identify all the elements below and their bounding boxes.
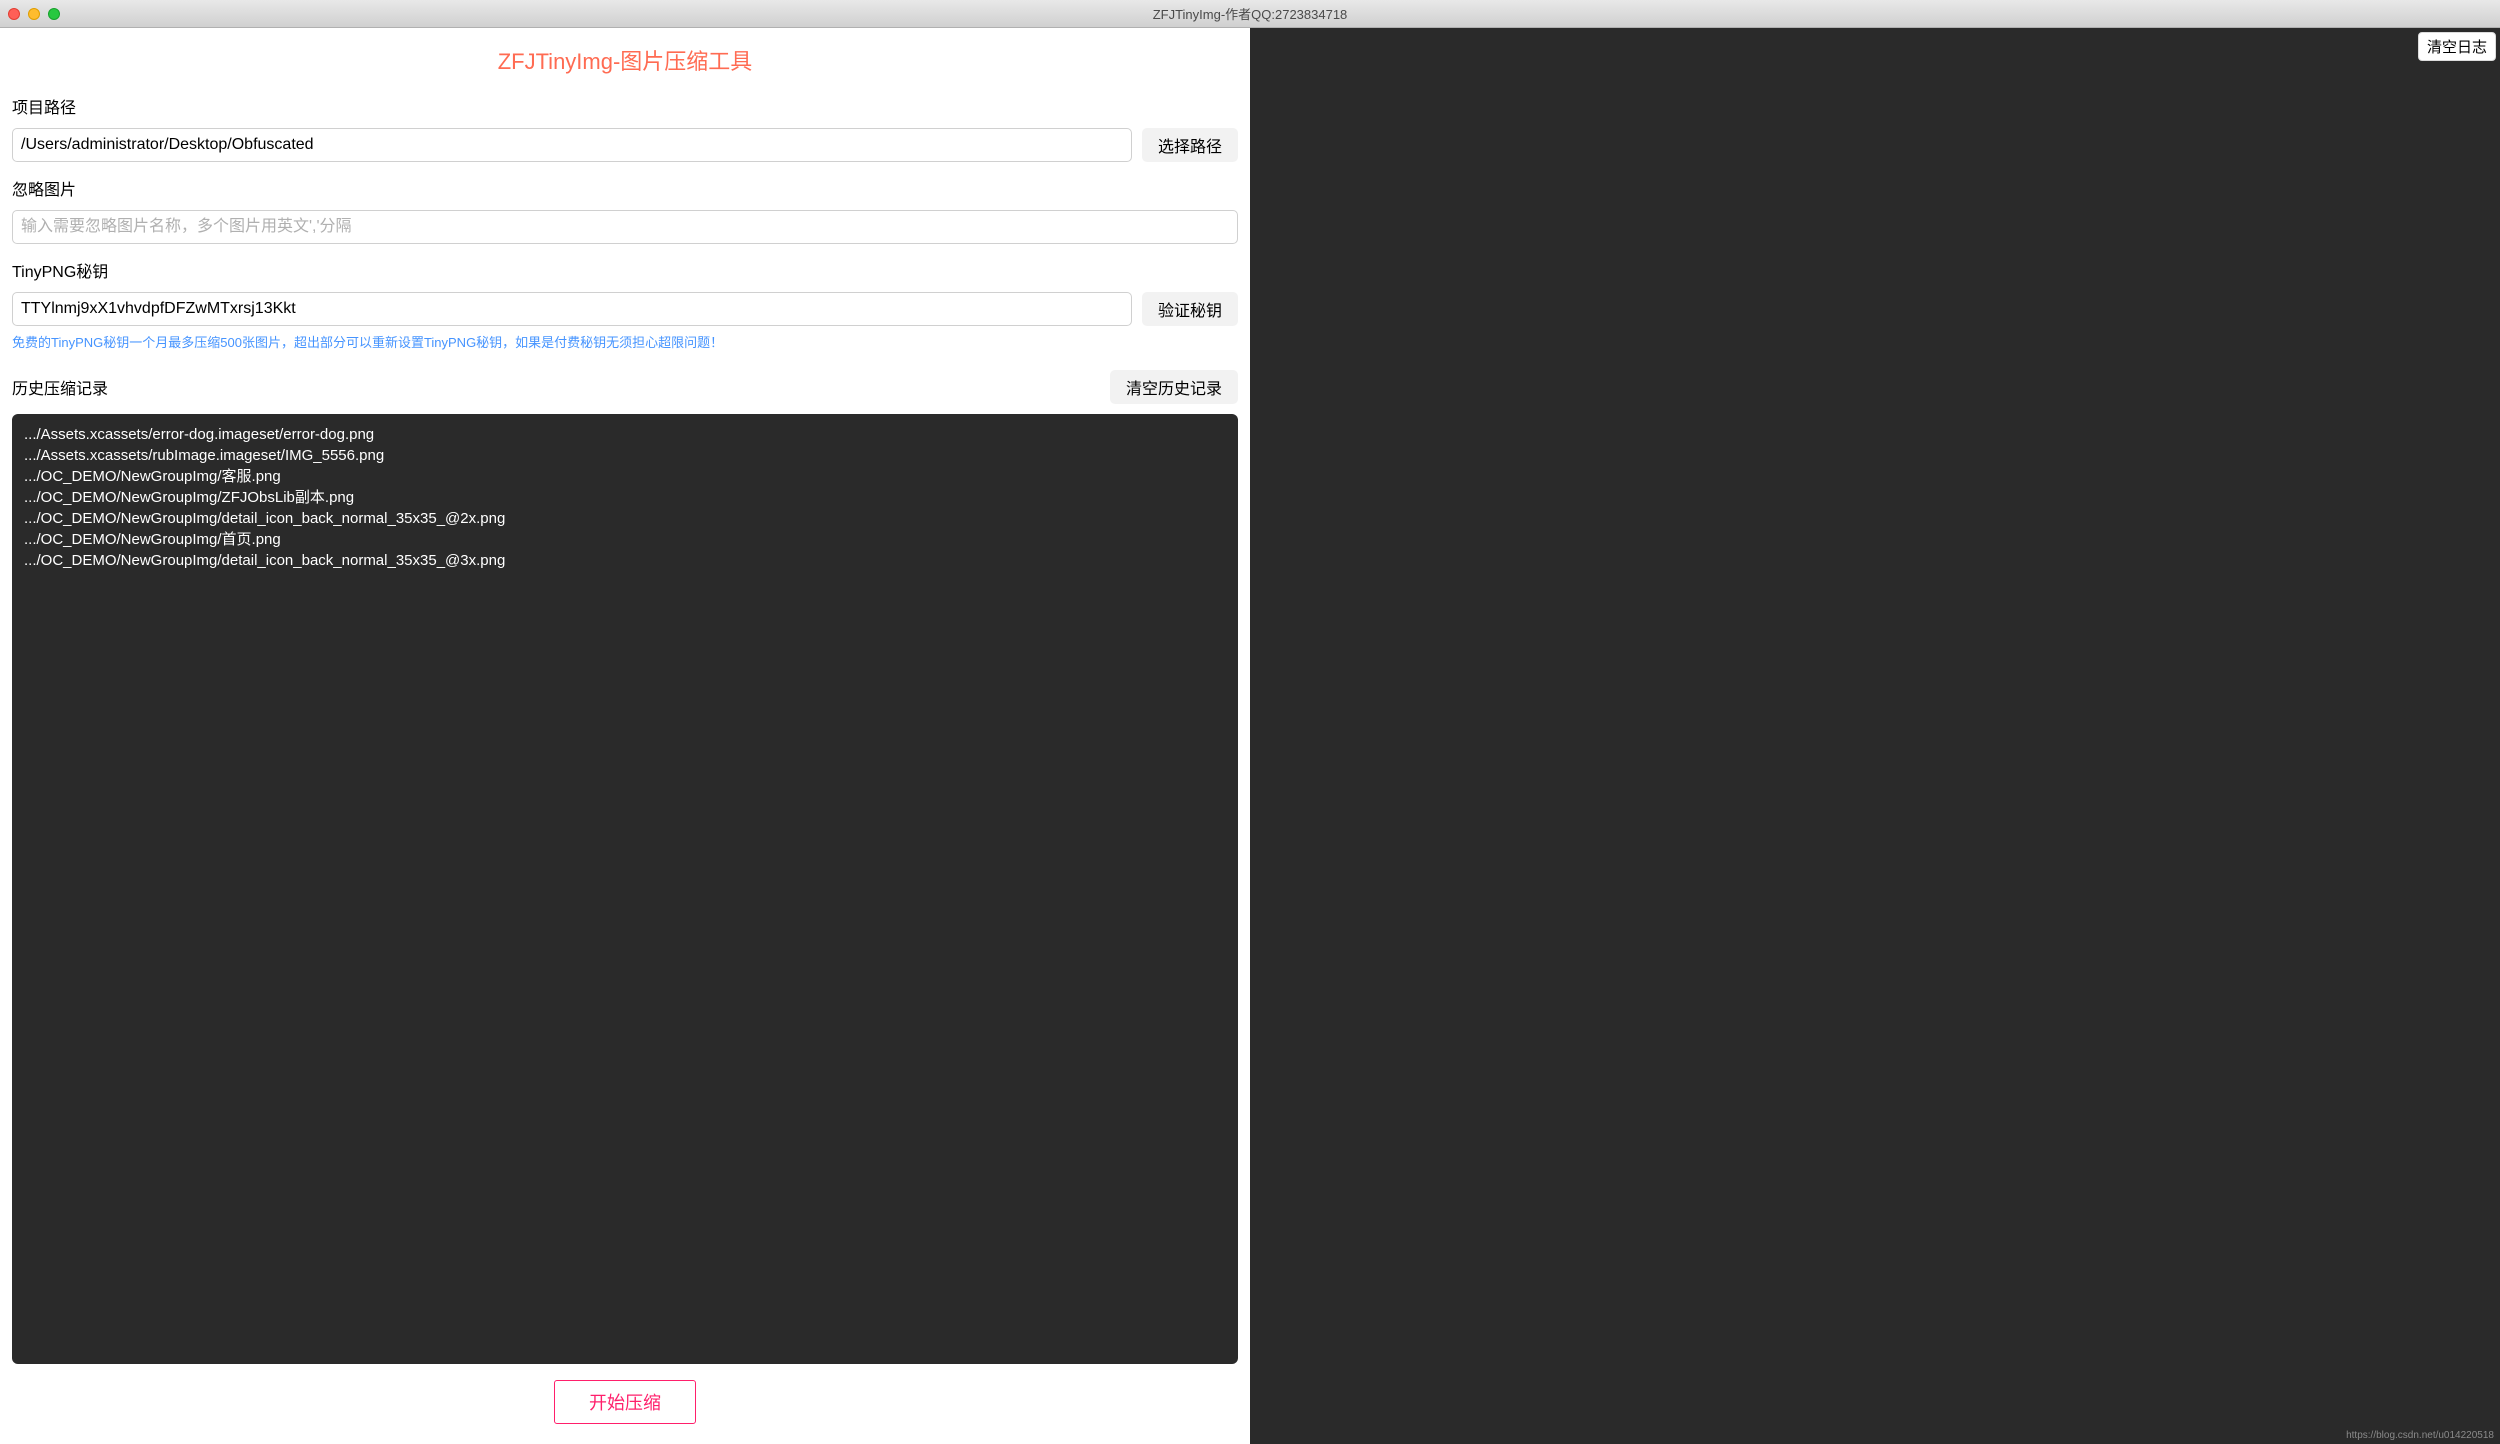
close-icon[interactable]	[8, 8, 20, 20]
log-panel: 清空日志 https://blog.csdn.net/u014220518	[1250, 28, 2500, 1444]
tinypng-key-input[interactable]	[12, 292, 1132, 326]
titlebar: ZFJTinyImg-作者QQ:2723834718	[0, 0, 2500, 28]
project-path-row: 选择路径	[12, 128, 1238, 162]
list-item: .../OC_DEMO/NewGroupImg/detail_icon_back…	[24, 508, 1226, 529]
body-split: ZFJTinyImg-图片压缩工具 项目路径 选择路径 忽略图片 TinyPNG…	[0, 28, 2500, 1444]
clear-log-button[interactable]: 清空日志	[2418, 32, 2496, 61]
history-box[interactable]: .../Assets.xcassets/error-dog.imageset/e…	[12, 414, 1238, 1364]
ignore-images-input[interactable]	[12, 210, 1238, 244]
choose-path-button[interactable]: 选择路径	[1142, 128, 1238, 162]
traffic-lights	[8, 8, 60, 20]
list-item: .../Assets.xcassets/error-dog.imageset/e…	[24, 424, 1226, 445]
maximize-icon[interactable]	[48, 8, 60, 20]
window-title: ZFJTinyImg-作者QQ:2723834718	[1153, 4, 1348, 23]
history-header: 历史压缩记录 清空历史记录	[12, 370, 1238, 404]
list-item: .../OC_DEMO/NewGroupImg/客服.png	[24, 466, 1226, 487]
clear-history-button[interactable]: 清空历史记录	[1110, 370, 1238, 404]
list-item: .../OC_DEMO/NewGroupImg/首页.png	[24, 529, 1226, 550]
project-path-input[interactable]	[12, 128, 1132, 162]
list-item: .../OC_DEMO/NewGroupImg/detail_icon_back…	[24, 550, 1226, 571]
verify-key-button[interactable]: 验证秘钥	[1142, 292, 1238, 326]
app-window: ZFJTinyImg-作者QQ:2723834718 ZFJTinyImg-图片…	[0, 0, 2500, 1444]
watermark: https://blog.csdn.net/u014220518	[2346, 1430, 2494, 1441]
ignore-images-label: 忽略图片	[12, 176, 1238, 200]
start-compress-button[interactable]: 开始压缩	[554, 1380, 696, 1424]
tinypng-key-row: 验证秘钥	[12, 292, 1238, 326]
left-panel: ZFJTinyImg-图片压缩工具 项目路径 选择路径 忽略图片 TinyPNG…	[0, 28, 1250, 1444]
project-path-label: 项目路径	[12, 94, 1238, 118]
minimize-icon[interactable]	[28, 8, 40, 20]
tinypng-key-label: TinyPNG秘钥	[12, 258, 1238, 282]
list-item: .../Assets.xcassets/rubImage.imageset/IM…	[24, 445, 1226, 466]
history-label: 历史压缩记录	[12, 375, 108, 399]
start-button-wrap: 开始压缩	[12, 1364, 1238, 1426]
list-item: .../OC_DEMO/NewGroupImg/ZFJObsLib副本.png	[24, 487, 1226, 508]
app-title: ZFJTinyImg-图片压缩工具	[12, 44, 1238, 76]
ignore-images-row	[12, 210, 1238, 244]
tinypng-hint: 免费的TinyPNG秘钥一个月最多压缩500张图片，超出部分可以重新设置Tiny…	[12, 334, 1238, 352]
